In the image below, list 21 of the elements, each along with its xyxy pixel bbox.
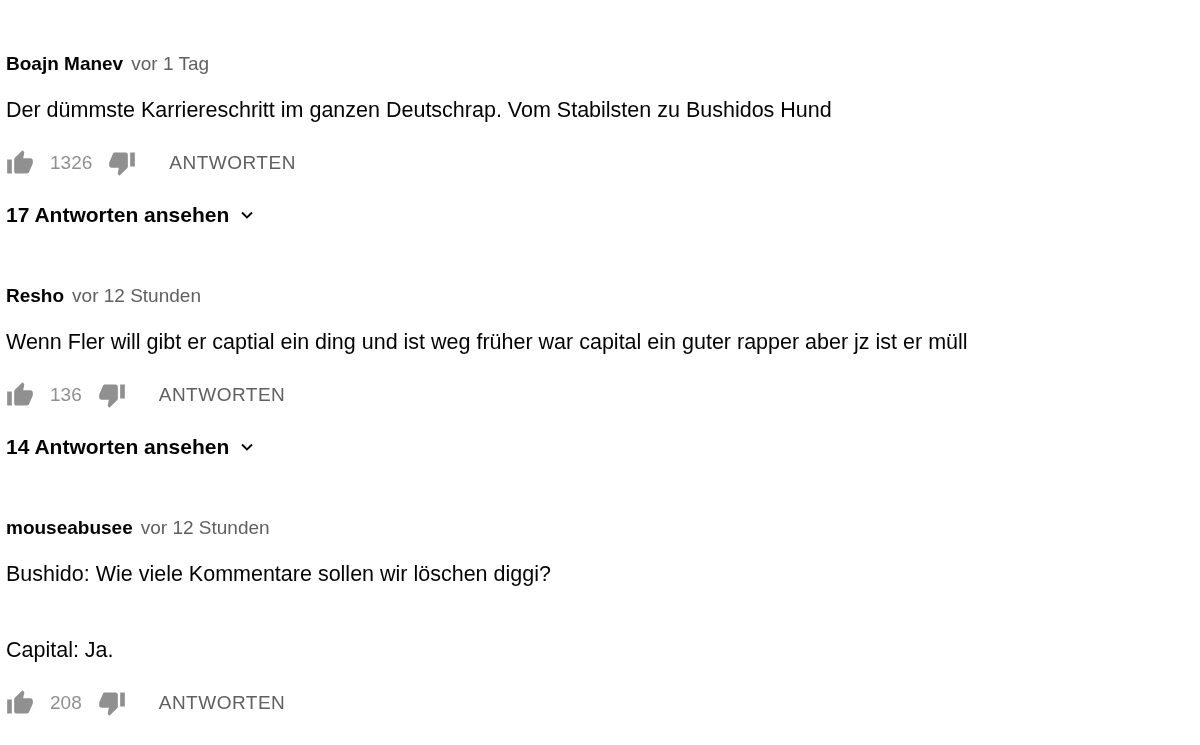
comment-time[interactable]: vor 1 Tag [131, 49, 209, 79]
comment-author[interactable]: mouseabusee [6, 513, 133, 543]
comment-author[interactable]: Boajn Manev [6, 49, 124, 79]
comment-time[interactable]: vor 12 Stunden [72, 281, 201, 311]
view-replies-button[interactable]: 14 Antworten ansehen [6, 429, 258, 465]
thumbs-up-icon[interactable] [6, 149, 34, 177]
like-count: 1326 [50, 150, 93, 175]
thumbs-up-icon[interactable] [6, 689, 34, 717]
reply-button[interactable]: ANTWORTEN [158, 380, 286, 410]
view-replies-button[interactable]: 17 Antworten ansehen [6, 197, 258, 233]
comment-time[interactable]: vor 12 Stunden [140, 513, 270, 543]
reply-button[interactable]: ANTWORTEN [158, 688, 286, 718]
reply-button[interactable]: ANTWORTEN [169, 148, 296, 178]
like-count: 208 [50, 690, 82, 715]
thumbs-up-icon[interactable] [6, 381, 34, 409]
comment-text: Bushido: Wie viele Kommentare sollen wir löschen diggi? [6, 561, 552, 588]
comment-text: Wenn Fler will gibt er captial ein ding und ist weg früher war capital ein guter rapper aber jz ist er müll [6, 329, 969, 356]
like-count: 136 [50, 382, 82, 407]
comment-author[interactable]: Resho [6, 281, 65, 311]
comment-text: Der dümmste Karriereschritt im ganzen Deutschrap. Vom Stabilsten zu Bushidos Hund [6, 97, 833, 124]
comment-text: Capital: Ja. [6, 637, 115, 664]
